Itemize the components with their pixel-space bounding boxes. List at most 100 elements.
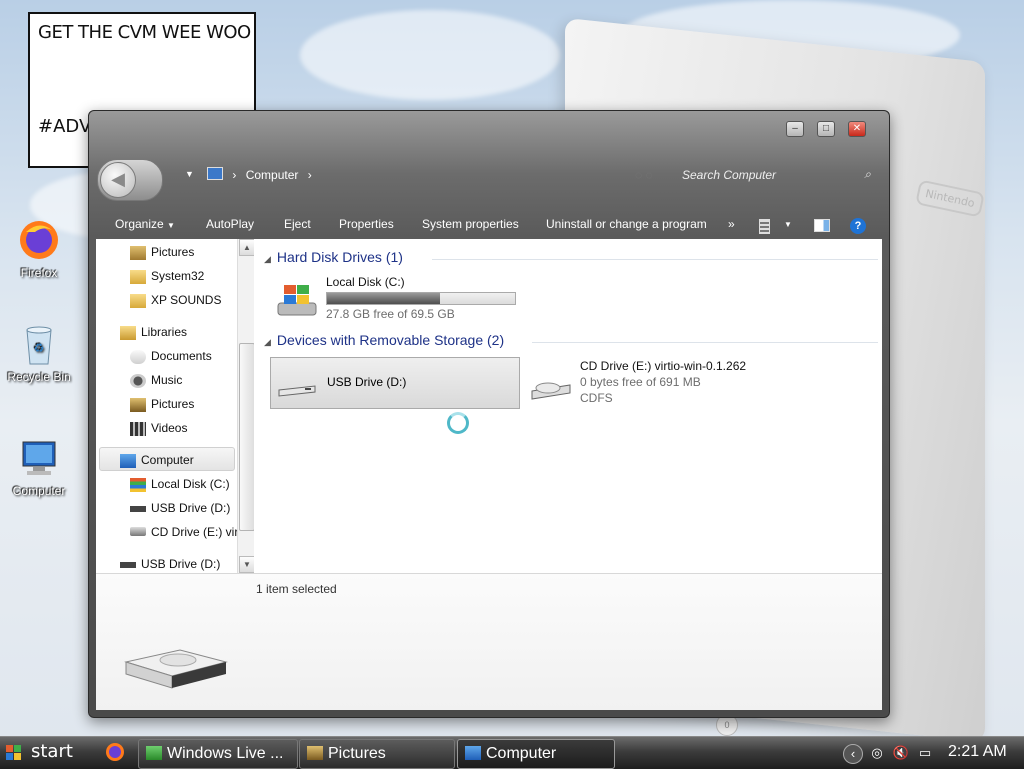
chevron-down-icon: ▼ [167, 221, 175, 230]
nav-item-label: CD Drive (E:) virt [151, 525, 242, 539]
scroll-thumb[interactable] [239, 343, 254, 531]
group-header-removable[interactable]: ◢ Devices with Removable Storage (2) [264, 332, 878, 348]
group-header-hard-disks[interactable]: ◢ Hard Disk Drives (1) [264, 249, 878, 265]
search-input[interactable]: Search Computer [682, 168, 776, 182]
scroll-down-arrow[interactable]: ▼ [239, 556, 254, 573]
computer-icon [120, 453, 136, 468]
search-box[interactable]: Search Computer ⌕ [679, 167, 875, 187]
recycle-bin-icon: ♻ [17, 322, 61, 366]
local-disk-icon [276, 283, 318, 317]
eject-button[interactable]: Eject [284, 217, 311, 231]
explorer-window: – □ ✕ ◀ ▼ › Computer › ◌ ◌ Search Comput… [88, 110, 890, 718]
nav-item-label: Pictures [151, 245, 195, 259]
scroll-up-arrow[interactable]: ▲ [239, 239, 254, 256]
system-properties-button[interactable]: System properties [422, 217, 519, 231]
task-windows-live[interactable]: Windows Live ... [138, 739, 298, 769]
windows-logo-icon [6, 745, 22, 761]
nav-item-documents[interactable]: Documents [130, 345, 212, 367]
address-crumb-computer[interactable]: Computer [246, 168, 299, 182]
volume-muted-icon[interactable]: 🔇 [892, 744, 910, 762]
drive-filesystem: CDFS [580, 391, 613, 405]
drive-usage-bar [326, 292, 516, 305]
nav-item-usb-drive-d-root[interactable]: USB Drive (D:) [120, 553, 220, 573]
more-commands-button[interactable]: » [728, 217, 735, 231]
maximize-button[interactable]: □ [817, 121, 835, 137]
start-label: start [31, 741, 73, 762]
help-icon[interactable]: ? [850, 218, 866, 234]
nav-item-xp-sounds[interactable]: XP SOUNDS [130, 289, 221, 311]
drive-usage-fill [327, 293, 440, 304]
firefox-icon[interactable] [104, 741, 126, 763]
back-forward-buttons: ◀ [97, 159, 163, 201]
task-label: Windows Live ... [167, 745, 284, 762]
drive-usb-drive-d[interactable]: USB Drive (D:) [270, 357, 520, 409]
nav-item-videos[interactable]: Videos [130, 417, 187, 439]
nav-scrollbar[interactable]: ▲ ▼ [237, 239, 254, 573]
task-label: Pictures [328, 745, 386, 762]
drive-name: CD Drive (E:) virtio-win-0.1.262 [580, 359, 747, 373]
views-icon[interactable] [759, 219, 770, 234]
nav-item-system32[interactable]: System32 [130, 265, 204, 287]
computer-icon [207, 167, 223, 180]
group-divider [532, 342, 878, 343]
close-button[interactable]: ✕ [848, 121, 866, 137]
back-button[interactable]: ◀ [100, 162, 136, 198]
windows-live-icon [146, 746, 162, 760]
desktop-icon-recycle-bin[interactable]: ♻ Recycle Bin [4, 322, 74, 384]
address-separator[interactable]: › [232, 168, 236, 182]
desktop-icon-firefox[interactable]: Firefox [4, 218, 74, 280]
uninstall-button[interactable]: Uninstall or change a program [546, 217, 707, 231]
libraries-icon [120, 325, 136, 340]
minimize-button[interactable]: – [786, 121, 804, 137]
details-pane: 1 item selected [96, 573, 882, 710]
documents-icon [130, 349, 146, 364]
nav-item-label: System32 [151, 269, 205, 283]
nav-item-libraries[interactable]: Libraries [120, 321, 187, 343]
autoplay-button[interactable]: AutoPlay [206, 217, 254, 231]
firefox-icon [17, 218, 61, 262]
taskbar: start Windows Live ... Pictures Computer… [0, 736, 1024, 769]
drive-free-space: 27.8 GB free of 69.5 GB [326, 307, 455, 321]
group-title: Hard Disk Drives (1) [276, 249, 403, 265]
clock[interactable]: 2:21 AM [948, 743, 1007, 761]
nav-item-pictures-library[interactable]: Pictures [130, 393, 194, 415]
nav-item-label: USB Drive (D:) [151, 501, 231, 515]
refresh-icon[interactable]: ◌ ◌ [635, 168, 653, 182]
views-chevron-icon[interactable]: ▼ [784, 220, 792, 229]
folder-icon [130, 293, 146, 308]
show-hidden-icon[interactable]: ‹ [843, 744, 863, 764]
recent-pages-chevron-icon[interactable]: ▼ [185, 169, 194, 179]
collapse-triangle-icon[interactable]: ◢ [264, 337, 271, 347]
organize-button[interactable]: Organize ▼ [115, 217, 175, 231]
search-icon[interactable]: ⌕ [864, 167, 871, 182]
nav-item-label: Videos [151, 421, 188, 435]
nav-item-label: XP SOUNDS [151, 293, 222, 307]
properties-button[interactable]: Properties [339, 217, 394, 231]
preview-pane-icon[interactable] [814, 219, 830, 232]
nav-item-cd-drive-e[interactable]: CD Drive (E:) virt [130, 521, 242, 543]
address-separator[interactable]: › [308, 168, 312, 182]
task-computer[interactable]: Computer [457, 739, 615, 769]
task-pictures[interactable]: Pictures [299, 739, 455, 769]
wallpaper-cloud [300, 10, 560, 100]
start-button[interactable]: start [0, 739, 86, 767]
drive-free-space: 0 bytes free of 691 MB [580, 375, 701, 389]
music-icon [130, 373, 146, 388]
drive-name: Local Disk (C:) [326, 275, 405, 289]
collapse-triangle-icon[interactable]: ◢ [264, 254, 271, 264]
nav-item-usb-drive-d[interactable]: USB Drive (D:) [130, 497, 230, 519]
nav-item-music[interactable]: Music [130, 369, 182, 391]
system-tray: ‹ ◎ 🔇 ▭ 2:21 AM [840, 739, 1024, 767]
navigation-pane: Pictures System32 XP SOUNDS Libraries Do… [96, 239, 254, 573]
nav-item-pictures[interactable]: Pictures [130, 241, 194, 263]
nav-item-label: Libraries [141, 325, 188, 339]
group-divider [432, 259, 878, 260]
pictures-icon [130, 397, 146, 412]
nav-item-computer[interactable]: Computer [120, 449, 194, 471]
computer-icon [17, 436, 61, 480]
nav-item-local-disk-c[interactable]: Local Disk (C:) [130, 473, 230, 495]
desktop-icon-computer[interactable]: Computer [4, 436, 74, 498]
display-icon[interactable]: ▭ [916, 744, 934, 762]
address-bar[interactable]: › Computer › [207, 167, 318, 182]
network-icon[interactable]: ◎ [868, 744, 886, 762]
